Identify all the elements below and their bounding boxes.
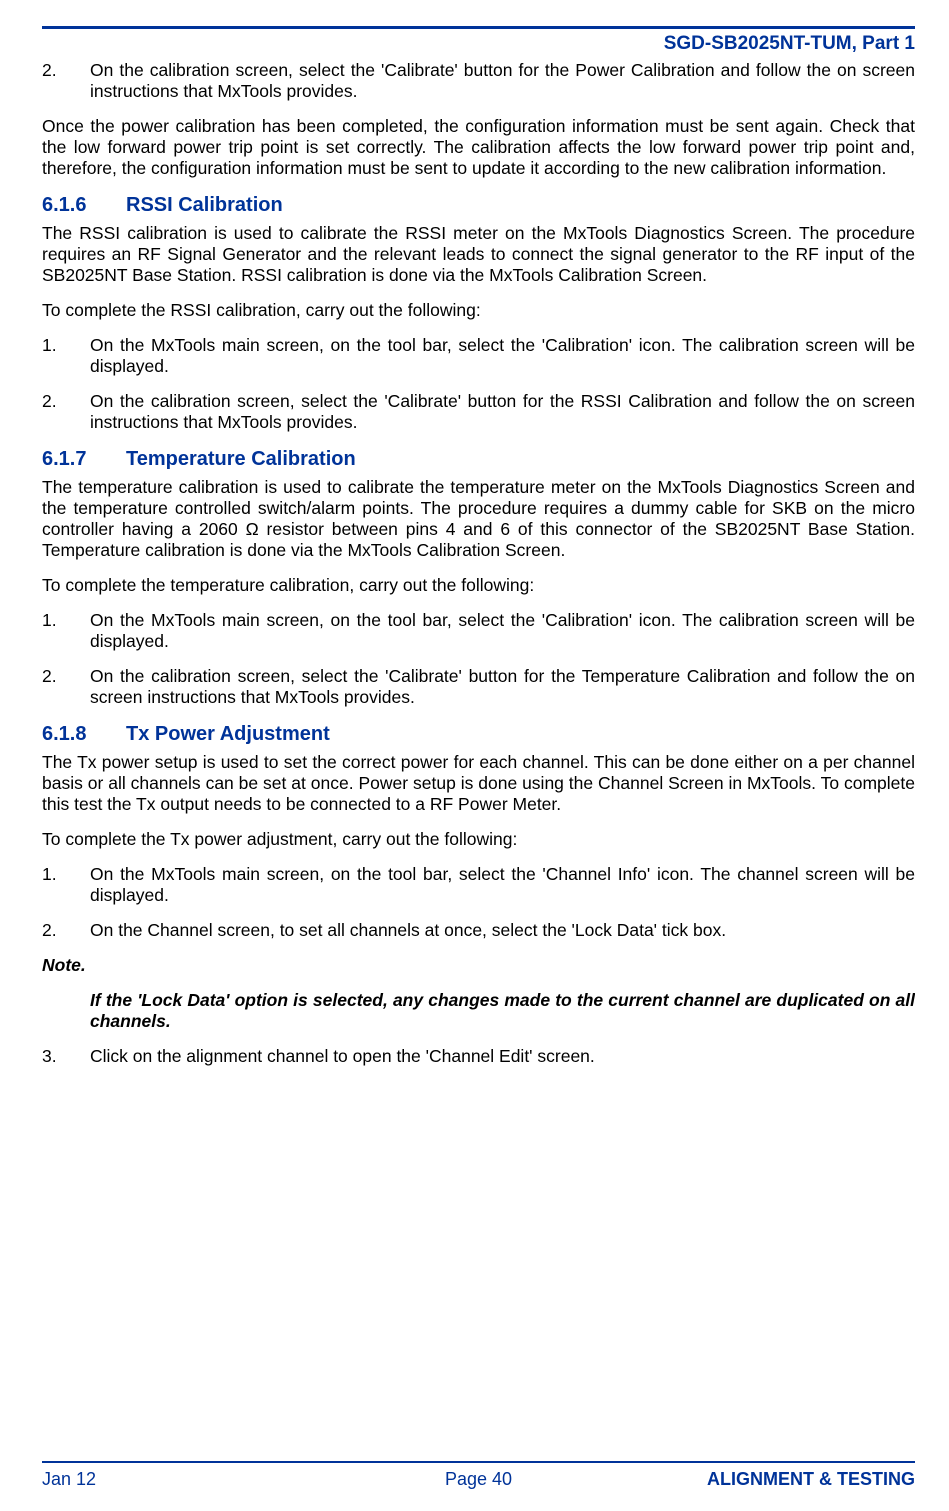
list-item: 1. On the MxTools main screen, on the to… xyxy=(42,335,915,377)
footer: Jan 12 Page 40 ALIGNMENT & TESTING xyxy=(42,1461,915,1491)
section-para: To complete the Tx power adjustment, car… xyxy=(42,829,915,850)
section-title: Temperature Calibration xyxy=(126,448,356,470)
footer-section: ALIGNMENT & TESTING xyxy=(624,1469,915,1491)
list-text: On the calibration screen, select the 'C… xyxy=(90,666,915,708)
list-item: 2. On the calibration screen, select the… xyxy=(42,391,915,433)
list-text: On the MxTools main screen, on the tool … xyxy=(90,335,915,377)
list-number: 1. xyxy=(42,610,90,652)
section-title: Tx Power Adjustment xyxy=(126,723,330,745)
intro-list: 2. On the calibration screen, select the… xyxy=(42,60,915,102)
header-doc-id: SGD-SB2025NT-TUM, Part 1 xyxy=(42,33,915,56)
list-text: On the Channel screen, to set all channe… xyxy=(90,920,915,941)
section-heading-616: 6.1.6RSSI Calibration xyxy=(42,193,915,217)
list-item: 2. On the Channel screen, to set all cha… xyxy=(42,920,915,941)
list-number: 2. xyxy=(42,920,90,941)
footer-date: Jan 12 xyxy=(42,1469,333,1491)
section-para: The temperature calibration is used to c… xyxy=(42,477,915,561)
list-number: 2. xyxy=(42,60,90,102)
footer-row: Jan 12 Page 40 ALIGNMENT & TESTING xyxy=(42,1469,915,1491)
section-title: RSSI Calibration xyxy=(126,194,283,216)
list-number: 1. xyxy=(42,864,90,906)
page: SGD-SB2025NT-TUM, Part 1 2. On the calib… xyxy=(0,0,949,1511)
list-item: 1. On the MxTools main screen, on the to… xyxy=(42,610,915,652)
section-steps: 1. On the MxTools main screen, on the to… xyxy=(42,864,915,941)
list-text: On the MxTools main screen, on the tool … xyxy=(90,610,915,652)
note-body: If the 'Lock Data' option is selected, a… xyxy=(90,990,915,1032)
section-number: 6.1.8 xyxy=(42,722,126,746)
content: 2. On the calibration screen, select the… xyxy=(42,60,915,1462)
section-heading-617: 6.1.7Temperature Calibration xyxy=(42,447,915,471)
list-text: Click on the alignment channel to open t… xyxy=(90,1046,915,1067)
intro-after: Once the power calibration has been comp… xyxy=(42,116,915,179)
section-steps: 1. On the MxTools main screen, on the to… xyxy=(42,335,915,433)
list-number: 1. xyxy=(42,335,90,377)
list-number: 3. xyxy=(42,1046,90,1067)
section-para: The Tx power setup is used to set the co… xyxy=(42,752,915,815)
section-steps-after: 3. Click on the alignment channel to ope… xyxy=(42,1046,915,1067)
footer-rule xyxy=(42,1461,915,1463)
section-steps: 1. On the MxTools main screen, on the to… xyxy=(42,610,915,708)
list-text: On the calibration screen, select the 'C… xyxy=(90,60,915,102)
header-rule xyxy=(42,26,915,29)
section-para: To complete the RSSI calibration, carry … xyxy=(42,300,915,321)
section-heading-618: 6.1.8Tx Power Adjustment xyxy=(42,722,915,746)
list-number: 2. xyxy=(42,666,90,708)
list-item: 2. On the calibration screen, select the… xyxy=(42,60,915,102)
section-number: 6.1.6 xyxy=(42,193,126,217)
section-para: To complete the temperature calibration,… xyxy=(42,575,915,596)
section-para: The RSSI calibration is used to calibrat… xyxy=(42,223,915,286)
list-item: 3. Click on the alignment channel to ope… xyxy=(42,1046,915,1067)
footer-page: Page 40 xyxy=(333,1469,624,1491)
list-text: On the calibration screen, select the 'C… xyxy=(90,391,915,433)
list-item: 2. On the calibration screen, select the… xyxy=(42,666,915,708)
list-item: 1. On the MxTools main screen, on the to… xyxy=(42,864,915,906)
list-text: On the MxTools main screen, on the tool … xyxy=(90,864,915,906)
list-number: 2. xyxy=(42,391,90,433)
section-number: 6.1.7 xyxy=(42,447,126,471)
note-label: Note. xyxy=(42,955,915,976)
